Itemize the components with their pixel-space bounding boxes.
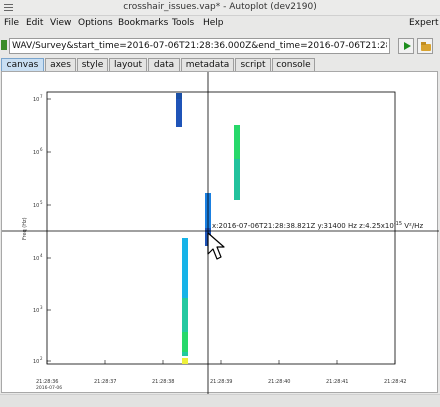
- spectrogram-column: [176, 93, 182, 99]
- y-tick-exponent: 7: [40, 94, 43, 99]
- spectrogram-column: [182, 332, 188, 352]
- tab-console[interactable]: console: [272, 58, 315, 71]
- y-tick-exponent: 6: [40, 147, 43, 152]
- y-axis-label: Freq (Hz): [22, 217, 28, 240]
- data-source-icon: [1, 40, 7, 50]
- y-tick-label: 10: [33, 308, 39, 314]
- menu-options[interactable]: Options: [78, 16, 113, 30]
- y-tick-label: 10: [33, 256, 39, 262]
- spectrogram-column: [176, 99, 182, 127]
- spectrogram-plot[interactable]: 10 7 10 6 10 5 10 4 10 3 10 2 Freq (Hz) …: [2, 72, 439, 394]
- window-title: crosshair_issues.vap* - Autoplot (dev219…: [123, 2, 317, 12]
- tab-axes[interactable]: axes: [45, 58, 76, 71]
- menu-expert[interactable]: Expert: [409, 16, 439, 30]
- spectrogram-column: [234, 125, 240, 159]
- tab-metadata[interactable]: metadata: [181, 58, 234, 71]
- tab-canvas[interactable]: canvas: [1, 58, 44, 71]
- x-tick-label: 21:28:37: [94, 379, 116, 385]
- tab-script[interactable]: script: [235, 58, 271, 71]
- x-tick-label: 21:28:42: [384, 379, 406, 385]
- x-tick-date: 2016-07-06: [36, 385, 62, 391]
- crosshair-readout-unit: V²/Hz: [402, 222, 423, 230]
- tab-layout[interactable]: layout: [109, 58, 147, 71]
- y-tick-exponent: 2: [40, 356, 43, 361]
- menu-file[interactable]: File: [4, 16, 19, 30]
- x-tick-label: 21:28:39: [210, 379, 232, 385]
- y-tick-label: 10: [33, 203, 39, 209]
- menu-view[interactable]: View: [50, 16, 71, 30]
- y-tick-exponent: 3: [40, 305, 43, 310]
- spectrogram-column: [182, 238, 188, 298]
- menu-help[interactable]: Help: [203, 16, 224, 30]
- menu-bar: File Edit View Options Bookmarks Tools H…: [0, 16, 440, 30]
- y-tick-exponent: 5: [40, 200, 43, 205]
- plot-canvas[interactable]: 10 7 10 6 10 5 10 4 10 3 10 2 Freq (Hz) …: [1, 71, 439, 394]
- y-tick-label: 10: [33, 359, 39, 365]
- open-folder-button[interactable]: [417, 38, 433, 54]
- go-button[interactable]: [398, 38, 414, 54]
- x-tick-label: 21:28:40: [268, 379, 290, 385]
- menu-edit[interactable]: Edit: [26, 16, 43, 30]
- crosshair-readout-exponent: -15: [394, 221, 402, 227]
- title-bar: crosshair_issues.vap* - Autoplot (dev219…: [0, 0, 440, 16]
- menu-bookmarks[interactable]: Bookmarks: [118, 16, 168, 30]
- x-tick-label: 21:28:36: [36, 379, 58, 385]
- y-tick-exponent: 4: [40, 253, 43, 258]
- address-input[interactable]: [9, 38, 390, 54]
- y-tick-label: 10: [33, 97, 39, 103]
- crosshair-readout: x:2016-07-06T21:28:38.821Z y:31400 Hz z:…: [212, 221, 423, 230]
- address-bar: [0, 37, 440, 55]
- x-tick-label: 21:28:38: [152, 379, 174, 385]
- tab-data[interactable]: data: [148, 58, 180, 71]
- x-axis: 21:28:36 2016-07-06 21:28:37 21:28:38 21…: [36, 360, 406, 391]
- tab-style[interactable]: style: [77, 58, 108, 71]
- status-bar: [0, 394, 440, 407]
- spectrogram-column: [182, 358, 188, 364]
- spectrogram-column: [234, 159, 240, 200]
- tab-bar: canvas axes style layout data metadata s…: [0, 58, 440, 71]
- x-tick-label: 21:28:41: [326, 379, 348, 385]
- menu-tools[interactable]: Tools: [172, 16, 194, 30]
- y-tick-label: 10: [33, 150, 39, 156]
- crosshair-readout-text: x:2016-07-06T21:28:38.821Z y:31400 Hz z:…: [212, 222, 394, 230]
